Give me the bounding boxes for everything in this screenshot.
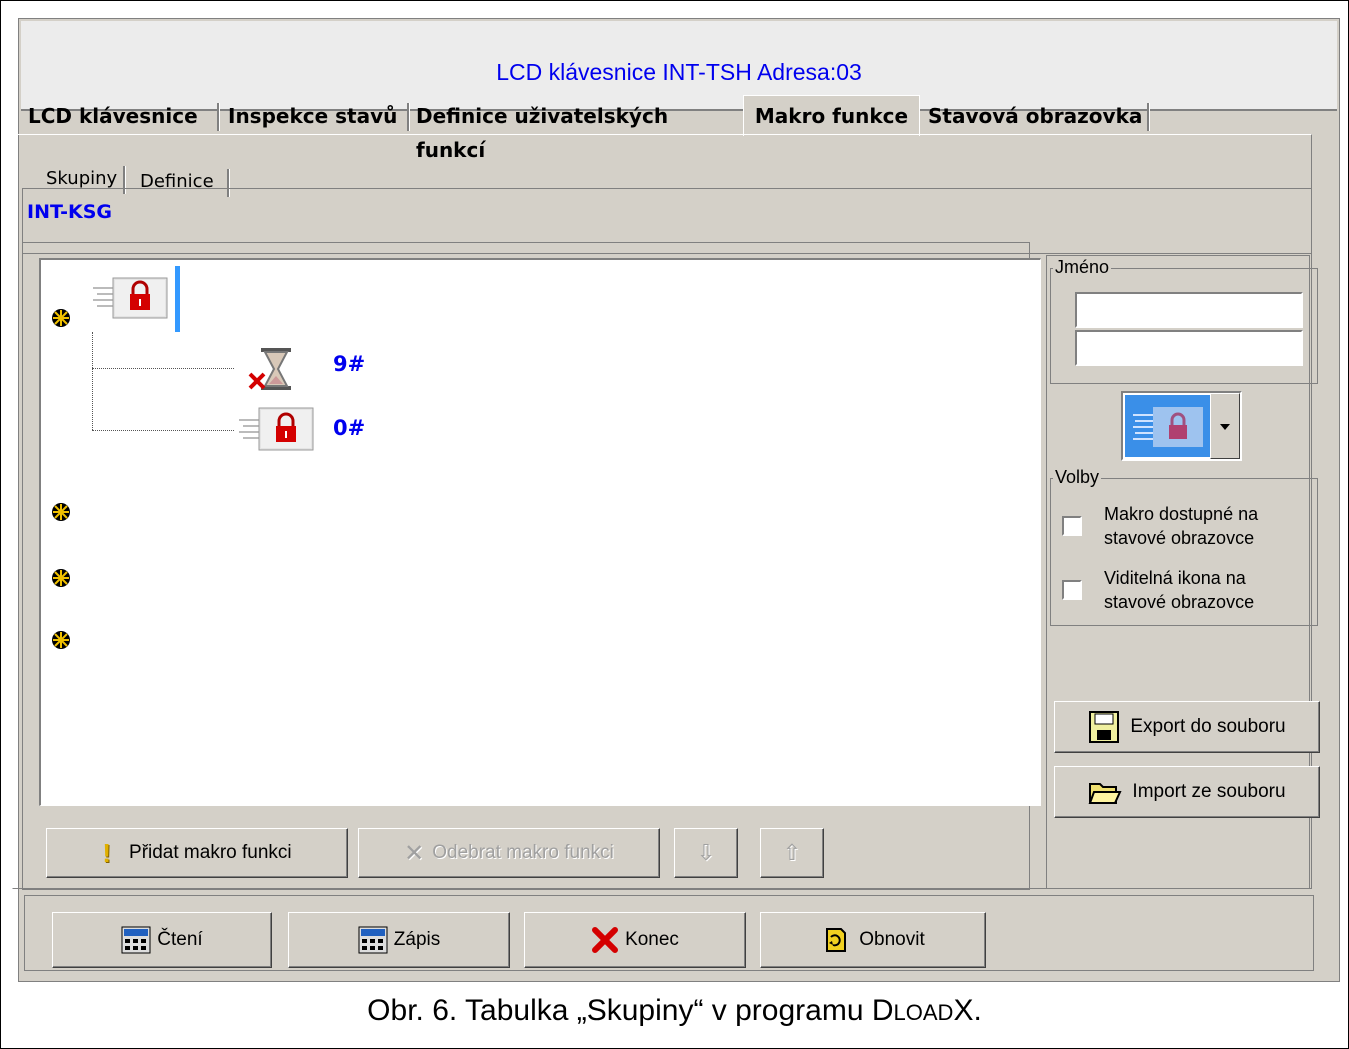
group-bullet-icon[interactable] [51,568,71,588]
exclamation-icon: ! [102,837,112,868]
tab-label: Makro funkce [754,104,909,128]
refresh-icon [826,928,847,952]
add-macro-button[interactable]: ! Přidat makro funkci [46,828,348,878]
name-line2-input[interactable] [1075,330,1303,366]
caption-text: Obr. 6. Tabulka „Skupiny“ v programu [367,994,872,1027]
chevron-down-icon [1220,424,1230,430]
write-button[interactable]: Zápis [288,912,510,968]
import-from-file-button[interactable]: Import ze souboru [1054,766,1320,818]
tab-inspekce-stavu[interactable]: Inspekce stavů [228,99,410,133]
caption-text: X. [953,994,982,1027]
tree-line [92,368,234,369]
read-button[interactable]: Čtení [52,912,272,968]
tree-item-label: 0# [333,416,366,440]
keypad-read-icon [121,926,151,954]
tree-item[interactable]: 0# [237,404,397,454]
tab-label: Stavová obrazovka [928,104,1143,128]
arrow-down-icon: ⇩ [696,840,716,865]
button-label: Odebrat makro funkci [432,842,614,863]
tree-line [92,430,234,431]
lock-icon [1125,395,1211,457]
window-title: LCD klávesnice INT-TSH Adresa:03 [496,59,862,85]
name-line1-input[interactable] [1075,292,1303,328]
group-bullet-icon[interactable] [51,502,71,522]
name-legend: Jméno [1053,257,1112,278]
tab-lcd-klavesnice[interactable]: LCD klávesnice [28,99,220,133]
button-label: Import ze souboru [1132,781,1286,802]
move-down-button[interactable]: ⇩ [674,828,738,878]
arrow-up-icon: ⇧ [782,840,802,865]
icon-visible-on-status-screen-checkbox[interactable] [1062,580,1082,600]
icon-select-dropdown[interactable] [1121,391,1242,461]
title-bar: LCD klávesnice INT-TSH Adresa:03 [21,21,1337,111]
tree-item[interactable]: 9# [247,344,387,394]
open-folder-icon [1088,783,1122,804]
tree-item-label: 9# [333,352,366,376]
remove-x-icon: ✕ [404,839,425,867]
subtab-label: Skupiny [46,168,118,189]
tab-stavova-obrazovka[interactable]: Stavová obrazovka [928,99,1150,133]
hourglass-cancel-icon [248,348,291,390]
button-label: Export do souboru [1130,716,1286,737]
tab-label: LCD klávesnice [28,104,198,128]
macro-on-status-screen-checkbox[interactable] [1062,516,1082,536]
tab-label: Inspekce stavů [228,104,398,128]
tree-line [92,332,93,430]
group-name: INT-KSG [27,201,113,223]
button-label: Zápis [393,929,441,950]
checkbox-label-line: Makro dostupné na [1104,504,1259,524]
group-bullet-icon[interactable] [51,308,71,328]
caption-text: LOAD [893,1000,954,1025]
tab-definice-uzivatelskych-funkci[interactable]: Definice uživatelských funkcí [416,99,744,162]
button-label: Konec [625,929,679,950]
caption-text: D [871,994,894,1027]
checkbox-label-line: Viditelná ikona na [1104,568,1246,588]
export-to-file-button[interactable]: Export do souboru [1054,701,1320,753]
floppy-disk-icon [1089,711,1120,743]
options-legend: Volby [1053,467,1102,488]
tab-makro-funkce[interactable]: Makro funkce [743,95,920,136]
checkbox-label-line: stavové obrazovce [1104,528,1255,548]
red-x-icon [592,927,619,953]
checkbox-label: Makro dostupné na stavové obrazovce [1104,502,1258,550]
group-bullet-icon[interactable] [51,630,71,650]
remove-macro-button[interactable]: ✕ Odebrat makro funkci [358,828,660,878]
macro-lock-icon[interactable] [91,274,171,320]
button-label: Obnovit [859,929,925,950]
cursor-marker [175,266,180,332]
macro-tree[interactable]: 9# 0# [39,258,1041,806]
keypad-write-icon [358,926,388,954]
button-label: Přidat makro funkci [129,842,292,863]
checkbox-label-line: stavové obrazovce [1104,592,1255,612]
checkbox-label: Viditelná ikona na stavové obrazovce [1104,566,1254,614]
move-up-button[interactable]: ⇧ [760,828,824,878]
refresh-button[interactable]: Obnovit [760,912,986,968]
lock-icon [239,407,314,451]
button-label: Čtení [157,929,203,950]
figure-caption: Obr. 6. Tabulka „Skupiny“ v programu DLO… [0,994,1349,1028]
close-button[interactable]: Konec [524,912,746,968]
dropdown-button[interactable] [1210,393,1240,459]
